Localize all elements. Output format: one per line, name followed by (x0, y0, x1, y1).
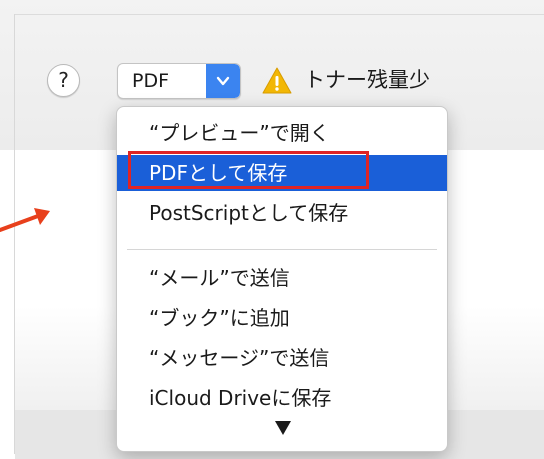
menu-separator (127, 249, 437, 250)
toner-warning-text: トナー残量少 (304, 68, 430, 92)
pdf-popup-button[interactable]: PDF (117, 63, 241, 99)
menu-item-add-to-books[interactable]: “ブック”に追加 (117, 300, 447, 336)
warning-triangle-icon (262, 67, 292, 94)
menu-item-save-as-postscript[interactable]: PostScriptとして保存 (117, 195, 447, 231)
menu-item-send-via-messages[interactable]: “メッセージ”で送信 (117, 340, 447, 376)
print-dialog: ? PDF トナー残量少 “プレビュー”で開く PDFとして保存 PostScr… (0, 0, 544, 459)
menu-item-save-to-icloud-drive[interactable]: iCloud Driveに保存 (117, 380, 447, 416)
annotation-highlight-box (128, 151, 369, 189)
chevron-down-icon (206, 64, 240, 98)
menu-item-open-in-preview[interactable]: “プレビュー”で開く (117, 115, 447, 151)
menu-item-send-via-mail[interactable]: “メール”で送信 (117, 260, 447, 296)
dialog-top-border (14, 14, 544, 15)
pdf-popup-label: PDF (132, 70, 170, 92)
scroll-down-triangle-icon[interactable] (275, 421, 291, 435)
help-button[interactable]: ? (47, 64, 80, 97)
red-arrow-icon (0, 208, 50, 232)
